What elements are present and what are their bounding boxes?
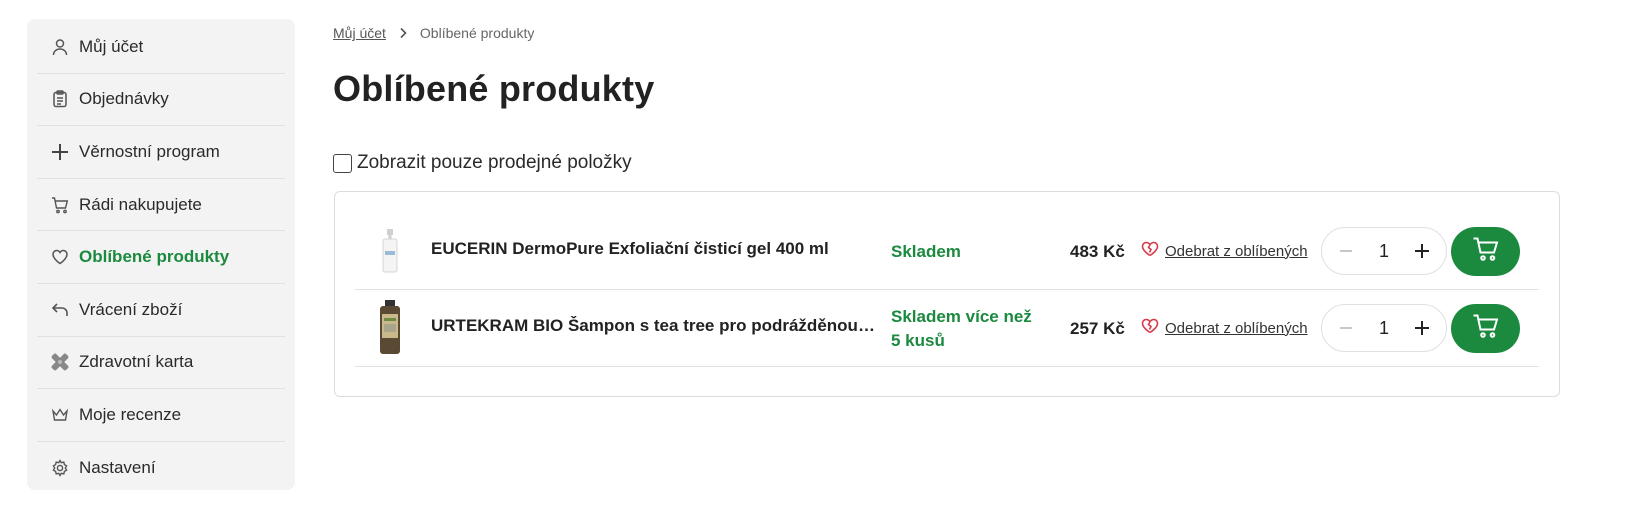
increment-button[interactable] (1412, 241, 1432, 261)
sidebar-item-label: Rádi nakupujete (79, 194, 202, 214)
sidebar-item-favourite-products[interactable]: Oblíbené produkty (37, 231, 285, 284)
sidebar-item-health-card[interactable]: Zdravotní karta (37, 337, 285, 390)
chevron-right-icon (398, 27, 408, 39)
remove-label: Odebrat z oblíbených (1165, 319, 1308, 337)
remove-label: Odebrat z oblíbených (1165, 242, 1308, 260)
list-item: EUCERIN DermoPure Exfoliační čisticí gel… (355, 213, 1539, 290)
sidebar-item-settings[interactable]: Nastavení (37, 442, 285, 495)
breadcrumb: Můj účet Oblíbené produkty (333, 25, 534, 41)
sidebar-item-orders[interactable]: Objednávky (37, 74, 285, 127)
sidebar-item-label: Oblíbené produkty (79, 247, 230, 267)
cart-icon (1472, 236, 1500, 267)
add-to-cart-button[interactable] (1451, 304, 1520, 353)
crown-icon (51, 406, 69, 424)
list-item: URTEKRAM BIO Šampon s tea tree pro podrá… (355, 290, 1539, 367)
sidebar-item-my-reviews[interactable]: Moje recenze (37, 389, 285, 442)
quantity-stepper: 1 (1321, 227, 1447, 275)
sidebar-item-label: Objednávky (79, 89, 169, 109)
increment-button[interactable] (1412, 318, 1432, 338)
quantity-stepper: 1 (1321, 304, 1447, 352)
user-icon (51, 38, 69, 56)
sidebar-item-label: Nastavení (79, 458, 156, 478)
decrement-button[interactable] (1336, 318, 1356, 338)
product-image[interactable] (363, 221, 417, 281)
quantity-value[interactable]: 1 (1379, 318, 1389, 339)
clipboard-icon (51, 90, 69, 108)
plus-icon (51, 143, 69, 161)
add-to-cart-button[interactable] (1451, 227, 1520, 276)
product-price: 257 Kč (1070, 319, 1125, 338)
favourite-products-list: EUCERIN DermoPure Exfoliační čisticí gel… (334, 191, 1560, 397)
sidebar-item-label: Zdravotní karta (79, 352, 194, 372)
cart-icon (51, 196, 69, 214)
product-name-link[interactable]: URTEKRAM BIO Šampon s tea tree pro podrá… (431, 316, 879, 336)
decrement-button[interactable] (1336, 241, 1356, 261)
sidebar-item-label: Můj účet (79, 36, 144, 56)
bandage-icon (51, 353, 69, 371)
breadcrumb-current: Oblíbené produkty (419, 25, 535, 41)
sidebar-item-loyalty[interactable]: Věrnostní program (37, 126, 285, 179)
sidebar-item-favourite-shopping[interactable]: Rádi nakupujete (37, 179, 285, 232)
breadcrumb-home-link[interactable]: Můj účet (333, 25, 386, 41)
sellable-only-filter: Zobrazit pouze prodejné položky (333, 152, 632, 174)
sellable-only-label[interactable]: Zobrazit pouze prodejné položky (357, 152, 632, 174)
product-image[interactable] (363, 298, 417, 358)
sellable-only-checkbox[interactable] (333, 153, 352, 173)
product-price: 483 Kč (1070, 242, 1125, 261)
remove-from-favourites-button[interactable]: Odebrat z oblíbených (1141, 318, 1308, 338)
stock-status: Skladem více než 5 kusů (891, 307, 1032, 350)
gear-icon (51, 459, 69, 477)
cart-icon (1472, 313, 1500, 344)
broken-heart-icon (1141, 318, 1159, 338)
sidebar-item-returns[interactable]: Vrácení zboží (37, 284, 285, 337)
account-sidebar: Můj účet Objednávky Věrnostní program Rá… (27, 19, 295, 490)
stock-status: Skladem (891, 242, 961, 261)
sidebar-item-my-account[interactable]: Můj účet (37, 21, 285, 74)
heart-icon (51, 248, 69, 266)
sidebar-item-label: Vrácení zboží (79, 299, 183, 319)
return-icon (51, 301, 69, 319)
sidebar-item-label: Moje recenze (79, 404, 182, 424)
product-name-link[interactable]: EUCERIN DermoPure Exfoliační čisticí gel… (431, 239, 879, 259)
sidebar-item-label: Věrnostní program (79, 141, 220, 161)
quantity-value[interactable]: 1 (1379, 241, 1389, 262)
broken-heart-icon (1141, 241, 1159, 261)
remove-from-favourites-button[interactable]: Odebrat z oblíbených (1141, 241, 1308, 261)
page-title: Oblíbené produkty (333, 68, 655, 109)
